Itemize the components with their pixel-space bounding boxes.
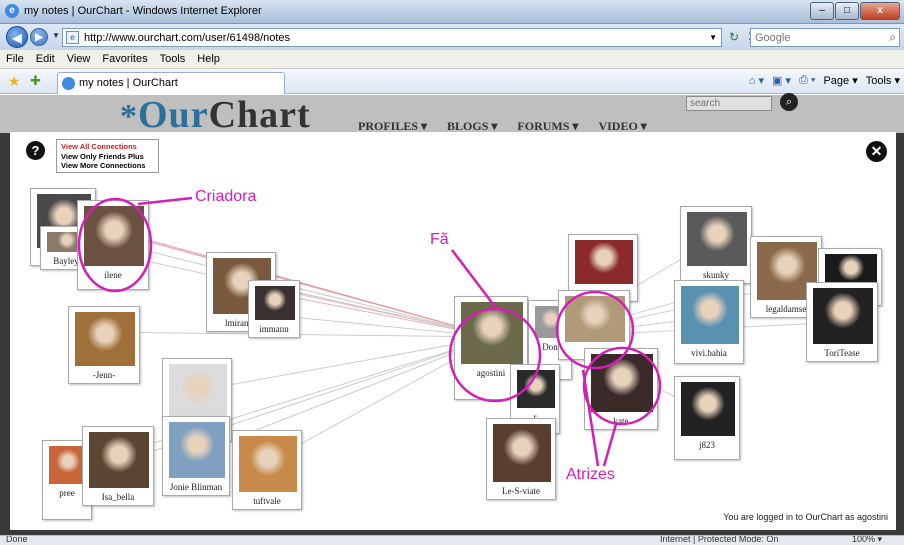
- back-button[interactable]: ◀: [6, 26, 28, 48]
- history-dropdown-icon[interactable]: ▼: [52, 31, 60, 40]
- forward-button[interactable]: ▶: [30, 28, 48, 46]
- tab-ie-icon: [62, 77, 75, 90]
- tab-bar: ★ ✚ my notes | OurChart ⌂ ▾ ▣ ▾ ⎙ ▾ Page…: [0, 69, 904, 94]
- search-icon[interactable]: ⌕: [889, 30, 896, 45]
- menu-favorites[interactable]: Favorites: [102, 53, 147, 65]
- annotation-fa: Fã: [430, 231, 449, 248]
- site-search-box: [686, 96, 772, 111]
- annotation-pointer: [581, 369, 600, 467]
- favorites-star-icon[interactable]: ★: [8, 73, 21, 90]
- page-content: *OurChart PROFILES ▾ BLOGS ▾ FORUMS ▾ VI…: [0, 93, 904, 535]
- site-search-button[interactable]: ⌕: [780, 93, 798, 111]
- menu-view[interactable]: View: [67, 53, 91, 65]
- feeds-icon[interactable]: ▣ ▾: [772, 74, 791, 87]
- ie-logo-icon: e: [5, 4, 19, 18]
- address-dropdown-icon[interactable]: ▼: [709, 33, 717, 42]
- zoom-level[interactable]: 100% ▾: [852, 536, 882, 545]
- page-icon: e: [66, 31, 79, 44]
- window-title-bar: e my notes | OurChart - Windows Internet…: [0, 0, 904, 24]
- address-field[interactable]: e http://www.ourchart.com/user/61498/not…: [62, 28, 722, 47]
- url-text[interactable]: http://www.ourchart.com/user/61498/notes: [84, 32, 290, 44]
- command-bar: ⌂ ▾ ▣ ▾ ⎙ ▾ Page ▾ Tools ▾: [741, 74, 900, 87]
- search-box: ⌕: [750, 28, 900, 47]
- print-icon[interactable]: ⎙ ▾: [799, 74, 815, 87]
- status-text: Done: [6, 535, 28, 544]
- menu-help[interactable]: Help: [197, 53, 220, 65]
- refresh-icon[interactable]: ↻: [726, 29, 742, 45]
- site-header: *OurChart PROFILES ▾ BLOGS ▾ FORUMS ▾ VI…: [0, 93, 904, 136]
- address-toolbar: ◀ ▶ ▼ e http://www.ourchart.com/user/614…: [0, 24, 904, 50]
- status-bar: Done Internet | Protected Mode: On 100% …: [0, 535, 904, 545]
- login-status: You are logged in to OurChart as agostin…: [723, 512, 888, 522]
- minimize-button[interactable]: –: [810, 2, 834, 20]
- site-search-input[interactable]: [687, 97, 771, 110]
- annotation-pointer: [602, 423, 618, 467]
- highlight-circle: [448, 307, 542, 403]
- window-title: my notes | OurChart - Windows Internet E…: [24, 5, 262, 17]
- menu-tools[interactable]: Tools: [160, 53, 186, 65]
- highlight-circle: [582, 346, 662, 426]
- annotation-marks: [77, 196, 662, 467]
- annotation-criadora: Criadora: [195, 188, 257, 205]
- add-favorite-icon[interactable]: ✚: [30, 73, 41, 89]
- menu-file[interactable]: File: [6, 53, 24, 65]
- menu-bar: File Edit View Favorites Tools Help: [0, 50, 904, 69]
- page-menu[interactable]: Page ▾: [823, 74, 857, 87]
- annotation-pointer: [451, 249, 497, 309]
- ourchart-logo[interactable]: *OurChart: [120, 93, 311, 137]
- tab-my-notes[interactable]: my notes | OurChart: [57, 72, 285, 94]
- maximize-button[interactable]: □: [835, 2, 859, 20]
- highlight-circle: [555, 290, 635, 370]
- window-controls: – □ x: [809, 2, 900, 20]
- tools-menu[interactable]: Tools ▾: [866, 74, 900, 87]
- home-icon[interactable]: ⌂ ▾: [749, 74, 764, 87]
- annotation-atrizes: Atrizes: [566, 466, 615, 483]
- search-input[interactable]: [751, 29, 879, 46]
- menu-edit[interactable]: Edit: [36, 53, 55, 65]
- zone-status: Internet | Protected Mode: On: [660, 535, 779, 544]
- connections-panel: imsocuteBayleyilenelmirandaimmanu-Jenn-p…: [10, 132, 896, 530]
- close-window-button[interactable]: x: [860, 2, 900, 20]
- tab-label: my notes | OurChart: [79, 77, 178, 89]
- highlight-circle: [77, 197, 153, 293]
- annotation-pointer: [137, 196, 193, 206]
